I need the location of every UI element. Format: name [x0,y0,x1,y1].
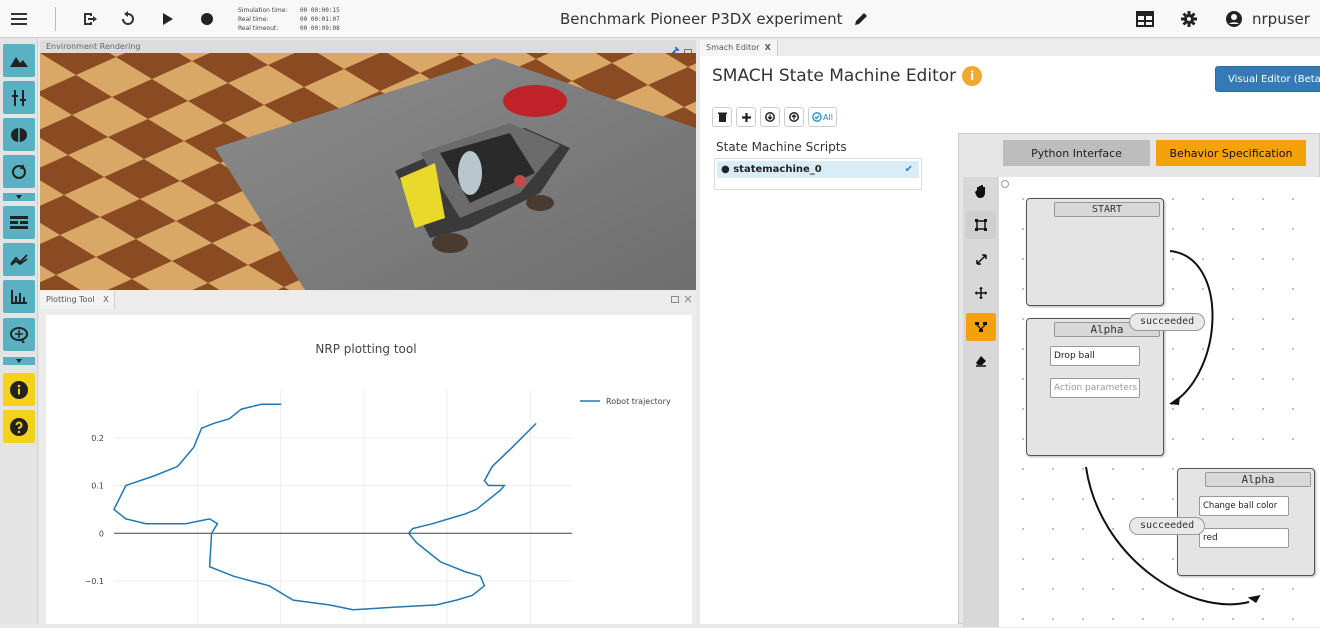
transfer-icon[interactable] [3,81,35,114]
menu-icon[interactable] [6,0,32,38]
chart-title: NRP plotting tool [315,342,416,356]
smach-editor-panel: Smach Editor X SMACH State Machine Edito… [700,40,1320,627]
sim-time-value: 00 00:00:15 [300,7,340,14]
download-icon[interactable] [760,107,780,127]
smach-tab[interactable]: Smach Editor X [700,40,778,56]
trajectory-chart: NRP plotting tool 0.2 0.1 0 −0.1 Robot trajec… [85,342,671,624]
y-tick-label: 0.1 [91,482,104,491]
y-tick-label: 0 [99,529,104,538]
state-title: START [1054,202,1160,217]
plotting-tab-close[interactable]: X [103,295,108,304]
plot-area: NRP plotting tool 0.2 0.1 0 −0.1 Robot trajec… [46,315,692,624]
spikes-icon[interactable] [3,243,35,276]
checkmark-icon: ✔ [904,164,913,175]
add-icon[interactable] [736,107,756,127]
exit-icon[interactable] [78,0,102,38]
real-timeout-value: 00 00:09:08 [300,25,340,32]
editor-icon[interactable] [3,206,35,239]
play-icon[interactable] [156,0,180,38]
state-alpha-1[interactable]: Alpha Drop ball Action parameters [1026,318,1164,456]
edit-icon[interactable] [853,11,869,27]
brain-icon[interactable] [3,118,35,151]
chart-icon[interactable] [3,280,35,313]
select-icon[interactable] [966,211,996,239]
state-machine-canvas[interactable]: START Alpha Drop ball Action parameters … [999,177,1320,627]
record-icon[interactable] [195,0,219,38]
series-line [113,403,537,611]
plotting-tab-label: Plotting Tool [46,295,95,304]
visual-editor-button[interactable]: Visual Editor (Beta) [1215,66,1320,92]
connect-icon[interactable] [966,313,996,341]
chevron-down-icon[interactable] [3,193,35,201]
check-all-icon [812,112,822,122]
plotting-panel: Plotting Tool X NRP plotting tool 0.2 0.1 0… [40,291,696,624]
check-all-button[interactable]: All [808,107,837,127]
hand-icon[interactable] [966,177,996,205]
y-tick-label: 0.2 [91,434,104,443]
3d-viewport[interactable] [40,53,696,290]
move-icon[interactable] [966,279,996,307]
gear-icon[interactable] [1177,0,1201,38]
smach-tab-label: Smach Editor [706,43,760,52]
action-parameters-field[interactable]: Action parameters [1050,378,1140,398]
experiment-title: Benchmark Pioneer P3DX experiment [560,0,890,38]
legend-label: Robot trajectory [606,397,671,406]
toolbar-divider [55,7,56,31]
user-icon[interactable] [1224,0,1244,38]
environment-panel: Environment Rendering [40,40,696,290]
help-icon[interactable] [3,410,35,443]
tab-python-interface[interactable]: Python Interface [1003,140,1150,166]
info-icon[interactable]: i [962,66,983,86]
reset-icon[interactable] [116,0,140,38]
upload-icon[interactable] [784,107,804,127]
visual-canvas-frame: Python Interface Behavior Specification [958,133,1320,627]
y-tick-label: −0.1 [85,577,104,586]
scripts-list: ● statemachine_0 ✔ [714,158,922,190]
state-title: Alpha [1205,472,1311,487]
terrain-icon[interactable] [3,44,35,77]
delete-icon[interactable] [712,107,732,127]
smach-toolbar: All [712,107,837,127]
chevron-down-icon[interactable] [3,357,35,365]
tab-behavior-specification[interactable]: Behavior Specification [1156,140,1306,166]
state-start[interactable]: START [1026,198,1164,306]
environment-tab-label: Environment Rendering [46,42,141,51]
check-all-label: All [823,112,833,122]
real-time-label: Real time: [238,16,269,23]
cycle-icon[interactable] [3,155,35,188]
action-field[interactable]: Change ball color [1199,496,1289,516]
smach-tab-close[interactable]: X [765,43,771,52]
resize-icon[interactable] [966,245,996,273]
script-name: statemachine_0 [733,164,822,175]
action-field[interactable]: Drop ball [1050,346,1140,366]
real-timeout-label: Real timeout: [238,25,279,32]
maximize-icon[interactable] [671,295,679,303]
simulation-timers: Simulation time: 00 00:00:15 Real time: 00… [238,6,340,33]
canvas-tools [963,177,999,627]
top-toolbar: Simulation time: 00 00:00:15 Real time: 00… [0,0,1320,38]
list-item[interactable]: ● statemachine_0 ✔ [717,161,919,178]
real-time-value: 00 00:01:07 [300,16,340,23]
close-icon[interactable] [684,295,692,303]
plot-window-controls [671,295,692,303]
erase-icon[interactable] [966,347,996,375]
username[interactable]: nrpuser [1252,0,1312,38]
experiment-title-text: Benchmark Pioneer P3DX experiment [560,10,843,28]
smach-title-text: SMACH State Machine Editor [712,66,957,86]
smach-tab-bar: Smach Editor X [700,40,1320,56]
scripts-label: State Machine Scripts [716,140,847,154]
sim-time-label: Simulation time: [238,7,288,14]
action-parameters-field[interactable]: red [1199,528,1289,548]
layout-icon[interactable] [1132,0,1158,38]
left-sidebar [0,38,38,624]
transition-label[interactable]: succeeded [1129,313,1206,331]
brain-scan-icon[interactable] [3,318,35,351]
transition-label[interactable]: succeeded [1129,517,1206,535]
plotting-tab[interactable]: Plotting Tool X [40,291,115,309]
info-icon[interactable] [3,373,35,406]
smach-title: SMACH State Machine Editor i [712,66,983,86]
